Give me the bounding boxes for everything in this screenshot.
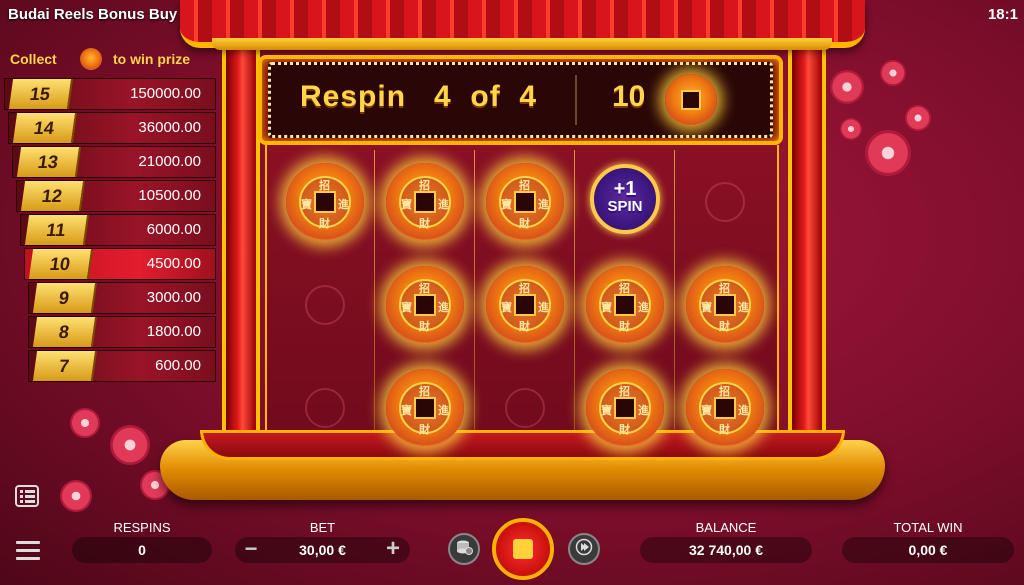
paytable-count: 12 [20,181,86,211]
paytable-count: 15 [8,79,74,109]
plus-one-spin-symbol: +1 SPIN [590,164,660,234]
respin-word: Respin [300,80,407,113]
gold-coin-symbol: 招寶進財 [686,266,764,344]
gold-coin-symbol: 招寶進財 [386,163,464,241]
paytable-row: 9 3000.00 [28,282,216,314]
coin-icon [80,48,102,70]
left-pillar [222,48,260,468]
paytable-count: 14 [12,113,78,143]
empty-cell-emblem [705,182,745,222]
empty-cell-emblem [305,388,345,428]
hamburger-menu-icon[interactable] [14,538,42,562]
paytable-count: 11 [24,215,90,245]
bet-label: BET [309,520,336,535]
paytable-row: 12 10500.00 [16,180,216,212]
respins-label: RESPINS [113,520,171,535]
paytable-row: 14 36000.00 [8,112,216,144]
clock: 18:1 [987,6,1018,23]
total-win-value: 0,00 € [842,537,1014,563]
paytable-prize: 600.00 [155,357,201,374]
paytable-row: 15 150000.00 [4,78,216,110]
to-win-label: to win prize [113,51,190,67]
paytable-row: 11 6000.00 [20,214,216,246]
gold-coin-symbol: 招寶進財 [286,163,364,241]
paytable-prize: 6000.00 [146,221,201,238]
balance-value: 32 740,00 € [640,537,812,563]
blossom-decoration [60,480,92,512]
bet-increase-button[interactable]: + [382,536,404,562]
paytable-row: 13 21000.00 [12,146,216,178]
coin-icon [665,74,717,126]
empty-cell-emblem [305,285,345,325]
respin-counter: Respin 4 of 4 [300,80,537,114]
paytable-prize: 36000.00 [138,119,201,136]
paytable-count: 10 [28,249,94,279]
game-title: Budai Reels Bonus Buy [8,6,178,23]
banner-divider [575,75,577,125]
collect-label: Collect [10,51,57,67]
paytable-prize: 3000.00 [146,289,201,306]
paytable-prize: 1800.00 [146,323,201,340]
blossom-decoration [70,408,100,438]
respin-of: of [470,80,501,113]
paytable-row: 10 4500.00 [24,248,216,280]
gold-coin-symbol: 招寶進財 [686,369,764,447]
paytable-count: 13 [16,147,82,177]
right-pillar [788,48,826,468]
paytable-row: 7 600.00 [28,350,216,382]
paytable-prize: 10500.00 [138,187,201,204]
paytable-prize: 150000.00 [130,85,201,102]
gold-coin-symbol: 招寶進財 [586,369,664,447]
stop-icon [513,539,533,559]
blossom-decoration [865,130,911,176]
gold-coin-symbol: 招寶進財 [486,266,564,344]
paytable-count: 8 [32,317,98,347]
paytable-row: 8 1800.00 [28,316,216,348]
blossom-decoration [880,60,906,86]
temple-roof-trim [212,38,832,50]
bet-decrease-button[interactable]: − [240,536,262,562]
respin-total: 4 [519,80,538,113]
balance-label: BALANCE [695,520,757,535]
blossom-decoration [830,70,864,104]
paytable-count: 7 [32,351,98,381]
autoplay-settings-button[interactable] [448,533,480,565]
total-win-label: TOTAL WIN [893,520,963,535]
empty-cell-emblem [505,388,545,428]
blossom-decoration [840,118,862,140]
gold-coin-symbol: 招寶進財 [386,266,464,344]
gold-coin-symbol: 招寶進財 [386,369,464,447]
blossom-decoration [110,425,150,465]
gold-coin-symbol: 招寶進財 [486,163,564,241]
coin-count: 10 [612,80,646,113]
respin-current: 4 [434,80,452,113]
coins-stack-icon [455,538,473,561]
turbo-button[interactable] [568,533,600,565]
bet-value: 30,00 € [299,542,346,558]
reel-grid: 招寶進財招寶進財招寶進財 +1 SPIN 招寶進財招寶進財招寶進財招寶進財招寶進財招寶… [275,150,775,460]
paytable-prize: 21000.00 [138,153,201,170]
paytable-prize: 4500.00 [146,255,201,272]
paytable-menu-icon[interactable] [14,484,40,508]
blossom-decoration [905,105,931,131]
paytable-count: 9 [32,283,98,313]
gold-coin-symbol: 招寶進財 [586,266,664,344]
respins-value: 0 [72,537,212,563]
fast-forward-icon [575,538,593,561]
